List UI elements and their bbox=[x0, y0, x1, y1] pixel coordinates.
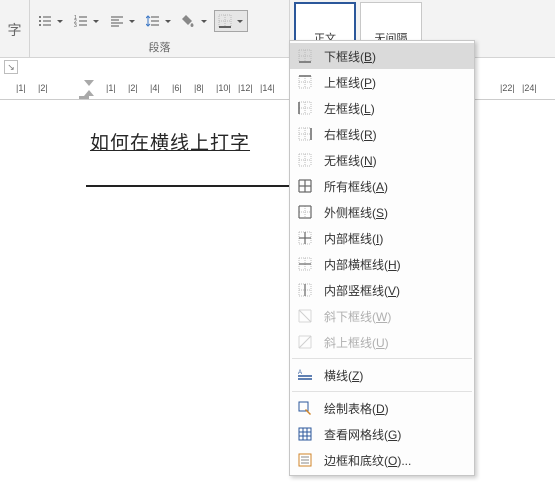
menu-item-label: 无框线(N) bbox=[324, 152, 464, 169]
borders-shading-icon bbox=[296, 451, 314, 469]
first-line-indent-icon bbox=[84, 80, 94, 86]
ruler-tick: |10| bbox=[216, 83, 231, 93]
menu-item-horizontal-line[interactable]: A 横线(Z) bbox=[290, 362, 474, 388]
menu-item-border-diag-down: 斜下框线(W) bbox=[290, 303, 474, 329]
menu-item-border-left[interactable]: 左框线(L) bbox=[290, 95, 474, 121]
ribbon-group-paragraph: 123 段落 bbox=[30, 0, 290, 57]
view-gridlines-icon bbox=[296, 425, 314, 443]
borders-dropdown-menu: 下框线(B) 上框线(P) 左框线(L) 右框线(R) 无框线(N) 所有框线(A) 外侧框… bbox=[289, 40, 475, 476]
border-inside-h-icon bbox=[296, 255, 314, 273]
menu-item-label: 边框和底纹(O)... bbox=[324, 452, 464, 469]
menu-item-label: 斜上框线(U) bbox=[324, 334, 464, 351]
ruler-tick: |24| bbox=[522, 83, 537, 93]
border-bottom-icon bbox=[296, 47, 314, 65]
ruler-tick: |2| bbox=[128, 83, 138, 93]
menu-item-border-right[interactable]: 右框线(R) bbox=[290, 121, 474, 147]
dialog-launcher[interactable]: ↘ bbox=[4, 60, 18, 74]
line-spacing-button[interactable] bbox=[142, 10, 176, 32]
numbering-button[interactable]: 123 bbox=[70, 10, 104, 32]
menu-item-borders-shading[interactable]: 边框和底纹(O)... bbox=[290, 447, 474, 473]
menu-separator bbox=[292, 391, 472, 392]
paragraph-group-label: 段落 bbox=[34, 39, 285, 56]
menu-item-label: 查看网格线(G) bbox=[324, 426, 464, 443]
menu-item-border-top[interactable]: 上框线(P) bbox=[290, 69, 474, 95]
document-text[interactable]: 如何在横线上打字 bbox=[90, 133, 250, 154]
border-none-icon bbox=[296, 151, 314, 169]
menu-separator bbox=[292, 358, 472, 359]
ruler-tick: |2| bbox=[38, 83, 48, 93]
menu-item-label: 外侧框线(S) bbox=[324, 204, 464, 221]
menu-item-label: 左框线(L) bbox=[324, 100, 464, 117]
menu-item-label: 斜下框线(W) bbox=[324, 308, 464, 325]
menu-item-label: 横线(Z) bbox=[324, 367, 464, 384]
bullets-button[interactable] bbox=[34, 10, 68, 32]
ruler-tick: |1| bbox=[106, 83, 116, 93]
menu-item-border-inside[interactable]: 内部框线(I) bbox=[290, 225, 474, 251]
ruler-tick: |8| bbox=[194, 83, 204, 93]
menu-item-draw-table[interactable]: 绘制表格(D) bbox=[290, 395, 474, 421]
border-inside-v-icon bbox=[296, 281, 314, 299]
menu-item-border-bottom[interactable]: 下框线(B) bbox=[290, 43, 474, 69]
menu-item-border-inside-h[interactable]: 内部横框线(H) bbox=[290, 251, 474, 277]
menu-item-view-gridlines[interactable]: 查看网格线(G) bbox=[290, 421, 474, 447]
menu-item-label: 内部竖框线(V) bbox=[324, 282, 464, 299]
menu-item-border-inside-v[interactable]: 内部竖框线(V) bbox=[290, 277, 474, 303]
ruler-tick: |4| bbox=[150, 83, 160, 93]
border-diag-down-icon bbox=[296, 307, 314, 325]
menu-item-label: 内部框线(I) bbox=[324, 230, 464, 247]
menu-item-border-none[interactable]: 无框线(N) bbox=[290, 147, 474, 173]
svg-text:A: A bbox=[298, 370, 302, 376]
style-preview bbox=[361, 3, 421, 30]
ruler-tick: |6| bbox=[172, 83, 182, 93]
shading-button[interactable] bbox=[178, 10, 212, 32]
border-right-icon bbox=[296, 125, 314, 143]
borders-button[interactable] bbox=[214, 10, 248, 32]
border-outside-icon bbox=[296, 203, 314, 221]
ruler-tick: |12| bbox=[238, 83, 253, 93]
draw-table-icon bbox=[296, 399, 314, 417]
menu-item-border-outside[interactable]: 外侧框线(S) bbox=[290, 199, 474, 225]
ruler-tick: |22| bbox=[500, 83, 515, 93]
menu-item-label: 右框线(R) bbox=[324, 126, 464, 143]
menu-item-label: 上框线(P) bbox=[324, 74, 464, 91]
menu-item-border-all[interactable]: 所有框线(A) bbox=[290, 173, 474, 199]
menu-item-label: 绘制表格(D) bbox=[324, 400, 464, 417]
menu-item-label: 下框线(B) bbox=[324, 48, 464, 65]
menu-item-label: 内部横框线(H) bbox=[324, 256, 464, 273]
ruler-tick: |14| bbox=[260, 83, 275, 93]
border-inside-icon bbox=[296, 229, 314, 247]
menu-item-border-diag-up: 斜上框线(U) bbox=[290, 329, 474, 355]
ribbon-group-font-end: 字 bbox=[0, 0, 30, 57]
horizontal-line-icon: A bbox=[296, 366, 314, 384]
enclose-chars-button[interactable]: 字 bbox=[4, 19, 25, 41]
ruler-tick: |1| bbox=[16, 83, 26, 93]
style-preview bbox=[295, 3, 355, 30]
border-diag-up-icon bbox=[296, 333, 314, 351]
menu-item-label: 所有框线(A) bbox=[324, 178, 464, 195]
border-left-icon bbox=[296, 99, 314, 117]
svg-text:3: 3 bbox=[74, 23, 77, 28]
border-top-icon bbox=[296, 73, 314, 91]
align-button[interactable] bbox=[106, 10, 140, 32]
left-indent-icon bbox=[79, 96, 89, 99]
border-all-icon bbox=[296, 177, 314, 195]
